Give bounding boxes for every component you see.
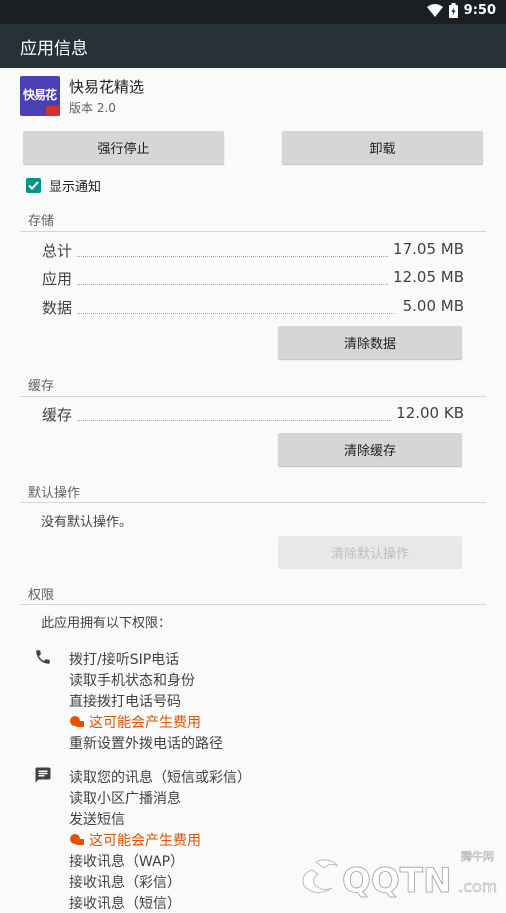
leader-dots <box>72 284 394 285</box>
cache-divider <box>20 396 486 397</box>
permissions-divider <box>20 604 486 605</box>
page-title: 应用信息 <box>20 39 88 59</box>
battery-icon <box>448 3 458 18</box>
svg-text:QQTN: QQTN <box>342 861 451 900</box>
qqtn-watermark-logo: 腾牛网 QQTN .com <box>302 849 498 900</box>
permissions-intro: 此应用拥有以下权限： <box>41 616 172 631</box>
storage-total-label: 总计 <box>42 240 77 261</box>
app-bar: 应用信息 <box>0 24 506 68</box>
app-header: 快易花 快易花精选 版本 2.0 <box>20 74 490 118</box>
storage-total-value: 17.05 MB <box>389 240 464 258</box>
cache-label: 缓存 <box>42 404 77 425</box>
leader-dots <box>72 420 394 421</box>
permission-item: 拨打/接听SIP电话 <box>69 651 180 668</box>
leader-dots <box>72 256 394 257</box>
permission-item: 接收讯息（WAP） <box>69 853 185 870</box>
permission-item: 读取您的讯息（短信或彩信） <box>69 769 251 786</box>
show-notifications-row[interactable]: 显示通知 <box>26 176 102 195</box>
storage-data-label: 数据 <box>42 297 77 318</box>
permission-item: 发送短信 <box>69 811 125 828</box>
permission-item: 直接拨打电话号码 <box>69 693 181 710</box>
svg-text:腾牛网: 腾牛网 <box>461 849 494 863</box>
cost-warning: 这可能会产生费用 <box>69 711 223 732</box>
cost-warning-icon <box>70 716 84 727</box>
cost-warning: 这可能会产生费用 <box>69 829 251 850</box>
app-version: 版本 2.0 <box>69 101 116 115</box>
storage-row-total: 总计 17.05 MB <box>42 240 464 261</box>
svg-text:.com: .com <box>458 877 497 896</box>
clear-defaults-button: 清除默认操作 <box>278 536 462 569</box>
permission-item: 重新设置外拨电话的路径 <box>69 735 223 752</box>
cache-value: 12.00 KB <box>392 404 464 422</box>
status-time: 9:50 <box>463 3 496 18</box>
defaults-section-title: 默认操作 <box>28 486 81 501</box>
permission-item: 读取手机状态和身份 <box>69 672 195 689</box>
permissions-section-title: 权限 <box>28 588 55 603</box>
phone-icon <box>36 650 50 664</box>
force-stop-button[interactable]: 强行停止 <box>23 131 224 164</box>
clear-cache-button[interactable]: 清除缓存 <box>278 433 462 466</box>
status-bar: 9:50 <box>0 0 506 24</box>
storage-app-label: 应用 <box>42 268 77 289</box>
show-notifications-label: 显示通知 <box>49 179 102 195</box>
permission-item: 接收讯息（彩信） <box>69 874 181 891</box>
message-icon <box>35 767 51 783</box>
phone-permission-list: 拨打/接听SIP电话 读取手机状态和身份 直接拨打电话号码 这可能会产生费用 重… <box>69 648 223 753</box>
storage-row-data: 数据 5.00 MB <box>42 297 464 318</box>
cache-section-title: 缓存 <box>28 379 55 394</box>
app-icon: 快易花 <box>20 76 60 116</box>
storage-row-app: 应用 12.05 MB <box>42 268 464 289</box>
no-defaults-text: 没有默认操作。 <box>41 515 133 530</box>
app-name: 快易花精选 <box>69 78 145 96</box>
permission-item: 读取小区广播消息 <box>69 790 181 807</box>
uninstall-button[interactable]: 卸载 <box>282 131 483 164</box>
storage-data-value: 5.00 MB <box>398 297 464 315</box>
clear-data-button[interactable]: 清除数据 <box>278 326 462 359</box>
cost-warning-icon <box>70 834 84 845</box>
show-notifications-checkbox[interactable] <box>26 177 41 193</box>
app-icon-text: 快易花 <box>23 88 57 102</box>
cost-warning-text: 这可能会产生费用 <box>89 832 201 849</box>
cache-row: 缓存 12.00 KB <box>42 404 464 425</box>
storage-app-value: 12.05 MB <box>389 268 464 286</box>
app-icon-badge <box>46 106 60 116</box>
cost-warning-text: 这可能会产生费用 <box>89 714 201 731</box>
storage-divider <box>20 231 486 232</box>
sms-permission-list: 读取您的讯息（短信或彩信） 读取小区广播消息 发送短信 这可能会产生费用 接收讯… <box>69 766 251 913</box>
permission-item: 接收讯息（短信） <box>69 895 181 912</box>
leader-dots <box>72 313 394 314</box>
check-icon <box>28 180 39 190</box>
wifi-icon <box>426 4 443 17</box>
defaults-divider <box>20 502 486 503</box>
storage-section-title: 存储 <box>28 214 55 229</box>
